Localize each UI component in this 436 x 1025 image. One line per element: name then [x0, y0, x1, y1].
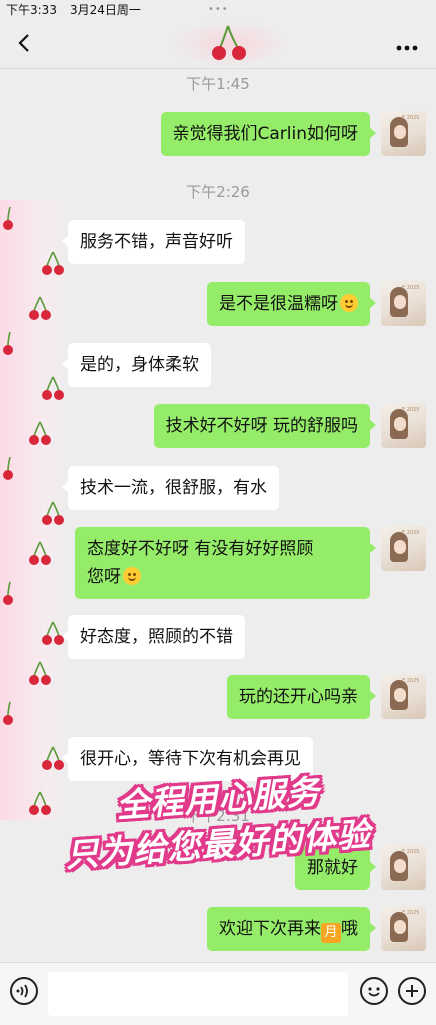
- avatar[interactable]: E 2025: [381, 906, 426, 951]
- timestamp: 下午1:45: [186, 75, 250, 93]
- cherry-icon: [38, 250, 68, 278]
- message-input[interactable]: [48, 972, 348, 1016]
- avatar-caption: E 2025: [402, 910, 420, 916]
- cherry-icon: [38, 375, 68, 403]
- avatar-caption: E 2025: [402, 407, 420, 413]
- smile-emoji-icon: [123, 567, 141, 585]
- status-date: 3月24日周一: [70, 3, 141, 17]
- status-bar: 下午3:33 3月24日周一 •••: [0, 0, 436, 20]
- avatar[interactable]: E 2025: [381, 674, 426, 719]
- message-sent[interactable]: 是不是很温糯呀: [207, 282, 376, 326]
- avatar-caption: E 2025: [402, 115, 420, 121]
- moon-icon: 月: [321, 923, 341, 943]
- message-sent[interactable]: 玩的还开心吗亲: [227, 675, 376, 719]
- cherry-icon: [38, 500, 68, 528]
- cherry-icon: [25, 420, 55, 448]
- status-dots: •••: [208, 4, 229, 15]
- plus-icon[interactable]: [398, 977, 426, 1005]
- message-received[interactable]: 技术一流，很舒服，有水: [62, 466, 279, 510]
- timestamp: 下午2:26: [186, 183, 250, 201]
- avatar-caption: E 2025: [402, 530, 420, 536]
- avatar[interactable]: E 2025: [381, 526, 426, 571]
- cherry-icon: [25, 540, 55, 568]
- message-received[interactable]: 好态度，照顾的不错: [62, 615, 245, 659]
- cherry-icon: [0, 330, 30, 358]
- cherry-icon: [0, 205, 30, 233]
- status-time: 下午3:33: [6, 3, 57, 17]
- more-icon[interactable]: [396, 38, 418, 51]
- cherry-icon: [212, 25, 246, 60]
- message-received[interactable]: 是的，身体柔软: [62, 343, 211, 387]
- nav-decoration: [170, 20, 290, 68]
- cherry-icon: [0, 700, 30, 728]
- message-text: 欢迎下次再来: [219, 919, 321, 939]
- message-sent[interactable]: 亲觉得我们Carlin如何呀: [160, 112, 376, 156]
- message-text: 哦: [341, 919, 358, 939]
- nav-bar: [0, 20, 436, 69]
- message-text: 您呀: [87, 567, 121, 587]
- avatar[interactable]: E 2025: [381, 111, 426, 156]
- cherry-icon: [25, 295, 55, 323]
- avatar[interactable]: E 2025: [381, 403, 426, 448]
- cherry-icon: [0, 580, 30, 608]
- message-text: 是不是很温糯呀: [219, 294, 338, 314]
- smile-icon[interactable]: [360, 977, 388, 1005]
- message-sent[interactable]: 技术好不好呀 玩的舒服吗: [153, 404, 377, 448]
- smile-emoji-icon: [340, 294, 358, 312]
- back-icon[interactable]: [14, 32, 36, 54]
- avatar[interactable]: E 2025: [381, 281, 426, 326]
- cherry-icon: [0, 455, 30, 483]
- input-bar: [0, 962, 436, 1025]
- message-received[interactable]: 服务不错，声音好听: [62, 220, 245, 264]
- avatar-caption: E 2025: [402, 678, 420, 684]
- avatar-caption: E 2025: [402, 285, 420, 291]
- message-text: 态度好不好呀 有没有好好照顾: [87, 539, 314, 559]
- cherry-icon: [25, 660, 55, 688]
- message-sent[interactable]: 态度好不好呀 有没有好好照顾 您呀: [75, 527, 376, 599]
- message-sent[interactable]: 欢迎下次再来月哦: [207, 907, 376, 951]
- voice-icon[interactable]: [10, 977, 38, 1005]
